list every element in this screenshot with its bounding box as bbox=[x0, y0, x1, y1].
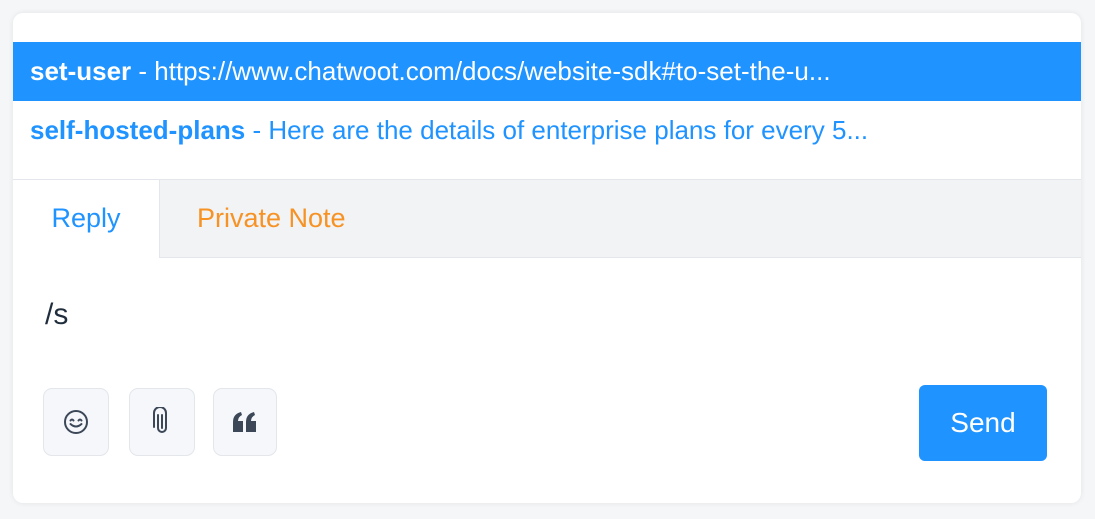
tab-reply[interactable]: Reply bbox=[13, 180, 160, 258]
canned-response-separator: - bbox=[131, 56, 155, 86]
attach-button[interactable] bbox=[129, 388, 195, 456]
canned-response-list: set-user - https://www.chatwoot.com/docs… bbox=[13, 42, 1081, 160]
canned-response-item[interactable]: set-user - https://www.chatwoot.com/docs… bbox=[13, 42, 1081, 101]
quote-icon bbox=[233, 412, 256, 432]
canned-response-key: self-hosted-plans bbox=[30, 115, 246, 145]
canned-response-separator: - bbox=[245, 115, 269, 145]
emoji-button[interactable] bbox=[43, 388, 109, 456]
reply-box: set-user - https://www.chatwoot.com/docs… bbox=[13, 13, 1081, 503]
canned-response-item[interactable]: self-hosted-plans - Here are the details… bbox=[13, 101, 1081, 160]
reply-mode-tabs: Reply Private Note bbox=[13, 179, 1081, 258]
canned-response-key: set-user bbox=[30, 56, 132, 86]
message-input[interactable]: /s bbox=[45, 298, 68, 332]
emoji-icon bbox=[64, 410, 88, 434]
canned-response-text: https://www.chatwoot.com/docs/website-sd… bbox=[154, 56, 831, 86]
send-button[interactable]: Send bbox=[919, 385, 1047, 461]
canned-response-text: Here are the details of enterprise plans… bbox=[268, 115, 869, 145]
tab-private-note[interactable]: Private Note bbox=[197, 180, 346, 257]
paperclip-icon bbox=[153, 407, 167, 433]
quote-button[interactable] bbox=[213, 388, 277, 456]
